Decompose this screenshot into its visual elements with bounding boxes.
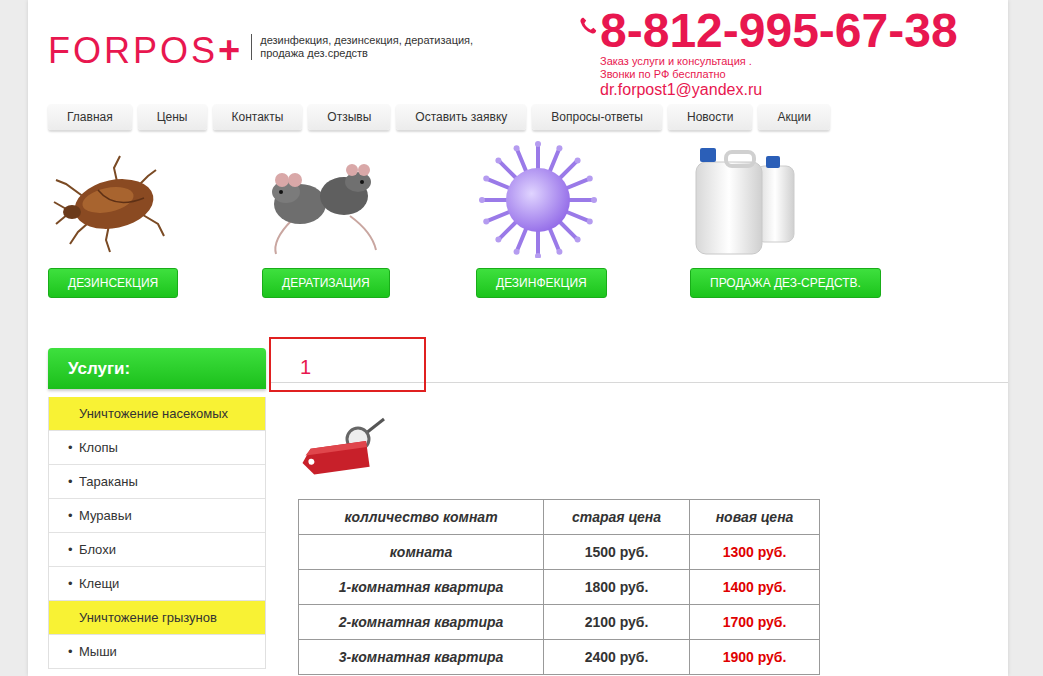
- category-button[interactable]: ДЕЗИНФЕКЦИЯ: [476, 268, 607, 298]
- sidebar-list: Уничтожение насекомых•Клопы•Тараканы•Мур…: [48, 397, 266, 669]
- category-button[interactable]: ДЕРАТИЗАЦИЯ: [262, 268, 390, 298]
- sidebar-group[interactable]: Уничтожение насекомых: [49, 397, 265, 431]
- table-header-row: колличество комнатстарая ценановая цена: [299, 500, 820, 535]
- table-cell: 1-комнатная квартира: [299, 570, 544, 605]
- content-body: колличество комнатстарая ценановая ценак…: [270, 383, 1008, 675]
- table-row: 1-комнатная квартира1800 руб.1400 руб.: [299, 570, 820, 605]
- table-cell: 3-комнатная квартира: [299, 640, 544, 675]
- bullet-icon: •: [68, 644, 79, 659]
- bullet-icon: •: [68, 542, 79, 557]
- sidebar-item[interactable]: •Клопы: [49, 431, 265, 465]
- sidebar-item[interactable]: •Блохи: [49, 533, 265, 567]
- sidebar-item[interactable]: •Клещи: [49, 567, 265, 601]
- main-nav: ГлавнаяЦеныКонтактыОтзывыОставить заявку…: [28, 104, 1008, 130]
- table-cell: 2400 руб.: [544, 640, 690, 675]
- table-cell: 2100 руб.: [544, 605, 690, 640]
- page: FORPOS+ дезинфекция, дезинсекция, дерати…: [28, 0, 1008, 676]
- category-picture: [262, 140, 382, 258]
- contact: 8-812-995-67-38 Заказ услуги и консульта…: [578, 0, 1008, 104]
- table-row: 2-комнатная квартира2100 руб.1700 руб.: [299, 605, 820, 640]
- price-table: колличество комнатстарая ценановая ценак…: [298, 499, 820, 675]
- category-picture: [48, 140, 168, 258]
- phone-row: 8-812-995-67-38: [578, 6, 958, 55]
- nav-item[interactable]: Оставить заявку: [396, 104, 526, 130]
- bullet-icon: •: [68, 508, 79, 523]
- table-column-header: колличество комнат: [299, 500, 544, 535]
- order-note: Заказ услуги и консультация .: [600, 55, 752, 68]
- category-card: ПРОДАЖА ДЕЗ-СРЕДСТВ.: [690, 140, 904, 298]
- phone-number[interactable]: 8-812-995-67-38: [600, 6, 958, 55]
- table-cell: 1500 руб.: [544, 535, 690, 570]
- bullet-icon: •: [68, 440, 79, 455]
- table-cell: 1400 руб.: [690, 570, 820, 605]
- table-cell: 1700 руб.: [690, 605, 820, 640]
- free-calls-note: Звонки по РФ бесплатно: [600, 68, 726, 81]
- logo-mark: +: [218, 29, 243, 71]
- heading-text: 1: [300, 356, 311, 378]
- header: FORPOS+ дезинфекция, дезинсекция, дерати…: [28, 0, 1008, 104]
- category-card: ДЕЗИНСЕКЦИЯ: [48, 140, 262, 298]
- category-picture: [476, 140, 600, 258]
- table-cell: 2-комнатная квартира: [299, 605, 544, 640]
- sidebar-group[interactable]: Уничтожение грызунов: [49, 601, 265, 635]
- bullet-icon: •: [68, 576, 79, 591]
- category-button[interactable]: ПРОДАЖА ДЕЗ-СРЕДСТВ.: [690, 268, 881, 298]
- phone-icon: [578, 15, 598, 37]
- nav-item[interactable]: Вопросы-ответы: [532, 104, 662, 130]
- table-cell: 1300 руб.: [690, 535, 820, 570]
- body-row: Услуги: Уничтожение насекомых•Клопы•Тара…: [28, 348, 1008, 675]
- bedbug-icon: [48, 140, 168, 258]
- nav-item[interactable]: Цены: [138, 104, 207, 130]
- sidebar-title: Услуги:: [48, 348, 266, 389]
- bullet-icon: •: [68, 474, 79, 489]
- nav-item[interactable]: Новости: [668, 104, 752, 130]
- canister-icon: [690, 140, 800, 258]
- highlight-box: [269, 337, 426, 392]
- nav-item[interactable]: Отзывы: [308, 104, 390, 130]
- price-tag-icon: [298, 415, 388, 482]
- nav-item[interactable]: Контакты: [213, 104, 303, 130]
- table-cell: 1900 руб.: [690, 640, 820, 675]
- table-row: 3-комнатная квартира2400 руб.1900 руб.: [299, 640, 820, 675]
- virus-icon: [476, 140, 600, 258]
- category-card: ДЕЗИНФЕКЦИЯ: [476, 140, 690, 298]
- brand: FORPOS+ дезинфекция, дезинсекция, дерати…: [48, 0, 578, 104]
- category-picture: [690, 140, 800, 258]
- page-heading: 1: [270, 348, 1008, 383]
- table-row: комната1500 руб.1300 руб.: [299, 535, 820, 570]
- email-link[interactable]: dr.forpost1@yandex.ru: [600, 81, 762, 99]
- table-cell: комната: [299, 535, 544, 570]
- sidebar-item[interactable]: •Муравьи: [49, 499, 265, 533]
- categories: ДЕЗИНСЕКЦИЯ ДЕРАТИЗАЦИЯ ДЕЗИНФЕКЦИЯ ПРОД…: [28, 140, 1008, 298]
- sidebar-item[interactable]: •Тараканы: [49, 465, 265, 499]
- table-column-header: старая цена: [544, 500, 690, 535]
- sidebar: Услуги: Уничтожение насекомых•Клопы•Тара…: [48, 348, 266, 675]
- main-content: 1 колличество комнатстарая ценановая цен…: [270, 348, 1008, 675]
- nav-item[interactable]: Главная: [48, 104, 132, 130]
- sidebar-item[interactable]: •Мыши: [49, 635, 265, 669]
- logo[interactable]: FORPOS+: [48, 31, 243, 69]
- tagline: дезинфекция, дезинсекция, дератизация, п…: [251, 34, 482, 60]
- category-button[interactable]: ДЕЗИНСЕКЦИЯ: [48, 268, 178, 298]
- table-cell: 1800 руб.: [544, 570, 690, 605]
- nav-item[interactable]: Акции: [758, 104, 830, 130]
- rats-icon: [262, 140, 382, 258]
- category-card: ДЕРАТИЗАЦИЯ: [262, 140, 476, 298]
- table-column-header: новая цена: [690, 500, 820, 535]
